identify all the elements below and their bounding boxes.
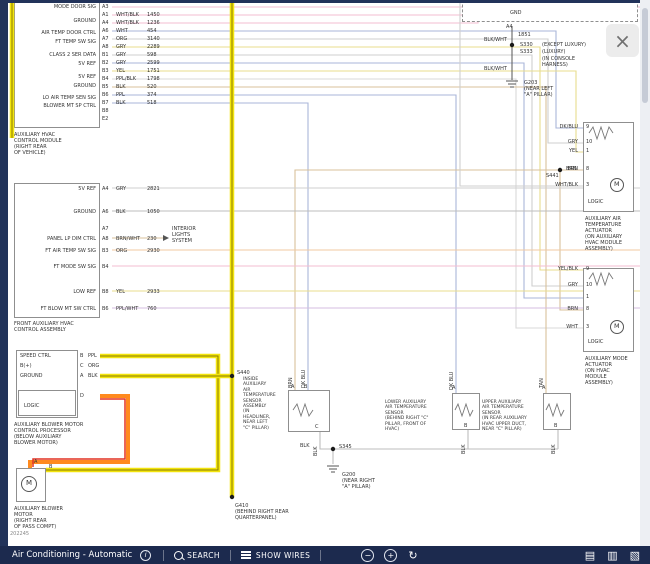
- wire: [46, 356, 218, 470]
- toolbar-divider: [320, 550, 321, 561]
- zoom-in-button[interactable]: +: [384, 549, 397, 562]
- offpage-arrow-icon: [163, 235, 169, 241]
- show-wires-button[interactable]: SHOW WIRES: [241, 551, 310, 560]
- wire: [455, 404, 473, 416]
- junction-dot: [510, 43, 514, 47]
- wire: [546, 404, 564, 416]
- fullscreen-button[interactable]: ▧: [630, 549, 640, 562]
- junction-dot: [331, 447, 335, 451]
- gallery-button[interactable]: ▤: [585, 549, 595, 562]
- motor-symbol: [611, 321, 624, 334]
- junction-dot: [230, 374, 234, 378]
- wire: [293, 404, 313, 416]
- reset-view-button[interactable]: ↻: [408, 549, 417, 562]
- wire: [33, 399, 125, 467]
- wire: [46, 356, 218, 470]
- diagram-canvas[interactable]: × MODE DOOR SIGGROUNDAIR TEMP DOOR CTRLF…: [8, 3, 640, 546]
- junction-dot: [230, 495, 234, 499]
- close-button[interactable]: ×: [606, 24, 639, 57]
- wire: [589, 273, 613, 285]
- toolbar-divider: [163, 550, 164, 561]
- wiring-diagram-app: × MODE DOOR SIGGROUNDAIR TEMP DOOR CTRLF…: [0, 0, 650, 564]
- search-label: SEARCH: [187, 551, 220, 560]
- toolbar-divider: [230, 550, 231, 561]
- wire: [30, 396, 128, 468]
- search-icon: [174, 551, 183, 560]
- print-button[interactable]: ▥: [607, 549, 617, 562]
- vertical-scrollbar[interactable]: [640, 0, 650, 546]
- info-icon[interactable]: i: [140, 550, 151, 561]
- show-wires-label: SHOW WIRES: [256, 551, 310, 560]
- bottom-toolbar: Air Conditioning - Automatic i SEARCH SH…: [0, 546, 650, 564]
- wire: [589, 127, 613, 139]
- scrollbar-thumb[interactable]: [642, 8, 648, 103]
- wires-icon: [241, 554, 251, 556]
- motor-symbol: [611, 179, 624, 192]
- wire-layer-highlight: [8, 3, 640, 546]
- search-button[interactable]: SEARCH: [174, 551, 220, 560]
- motor-symbol: [22, 477, 37, 492]
- close-icon: ×: [614, 29, 631, 53]
- junction-dot: [558, 168, 562, 172]
- zoom-out-button[interactable]: −: [361, 549, 374, 562]
- diagram-title: Air Conditioning - Automatic: [12, 550, 132, 560]
